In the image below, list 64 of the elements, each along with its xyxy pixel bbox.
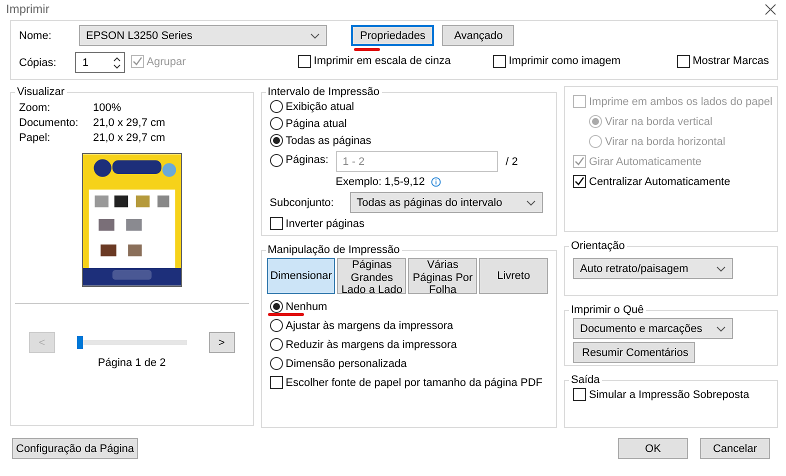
info-label: Documento: xyxy=(19,116,80,128)
radio-dot xyxy=(592,118,599,125)
radio-button[interactable]: Ajustar às margens da impressora xyxy=(270,319,454,332)
checkbox[interactable]: Imprimir em escala de cinza xyxy=(298,54,451,68)
group-title: Intervalo de Impressão xyxy=(266,86,381,98)
info-label: Papel: xyxy=(19,132,52,144)
subset-dropdown[interactable]: Todas as páginas do intervalo xyxy=(350,192,543,213)
checkbox[interactable]: Mostrar Marcas xyxy=(676,54,769,68)
info-value: 21,0 x 29,7 cm xyxy=(93,132,166,144)
chevron-down-icon xyxy=(526,200,536,206)
page-indicator: Página 1 de 2 xyxy=(98,357,166,369)
radio-button[interactable]: Nenhum xyxy=(270,300,328,313)
checkbox[interactable]: Simular a Impressão Sobreposta xyxy=(573,388,750,401)
print-content-dropdown[interactable]: Documento e marcações xyxy=(573,318,733,339)
printer-dropdown[interactable]: EPSON L3250 Series xyxy=(79,25,327,46)
radio-dot xyxy=(272,303,280,310)
example-hint: Exemplo: 1,5-9,12 xyxy=(336,176,425,188)
radio-button[interactable]: Página atual xyxy=(270,117,347,130)
tab[interactable]: Dimensionar xyxy=(266,258,336,294)
page-total: / 2 xyxy=(506,156,518,168)
checkmark-icon xyxy=(574,176,585,187)
radio-button[interactable]: Páginas: xyxy=(270,154,328,166)
advanced-button[interactable]: Avançado xyxy=(442,25,514,46)
chevron-down-icon xyxy=(310,32,320,38)
checkmark-icon xyxy=(132,56,143,67)
checkmark-icon xyxy=(574,156,585,167)
chevron-down-icon xyxy=(716,326,726,332)
checkbox[interactable]: Escolher fonte de papel por tamanho da página PDF xyxy=(270,376,542,389)
slider-thumb[interactable] xyxy=(76,336,83,349)
checkbox[interactable]: Imprimir como imagem xyxy=(492,54,621,68)
radio-button[interactable]: Reduzir às margens da impressora xyxy=(270,338,457,351)
group-title: Saída xyxy=(570,374,601,386)
close-icon[interactable] xyxy=(765,4,776,14)
window-title: Imprimir xyxy=(6,2,50,16)
group-title: Manipulação de Impressão xyxy=(266,244,401,256)
chevron-down-icon xyxy=(716,266,726,272)
info-value: 21,0 x 29,7 cm xyxy=(93,116,166,128)
field-label: Cópias: xyxy=(19,56,58,68)
orientation-dropdown[interactable]: Auto retrato/paisagem xyxy=(573,258,733,279)
radio-button[interactable]: Exibição atual xyxy=(270,100,354,113)
cancel-button[interactable]: Cancelar xyxy=(700,438,770,459)
copies-spinner[interactable]: 1 xyxy=(75,52,125,73)
field-label: Subconjunto: xyxy=(270,196,335,208)
summarize-comments-button[interactable]: Resumir Comentários xyxy=(573,342,695,363)
pages-field[interactable]: 1 - 2 xyxy=(336,151,498,172)
field-label: Nome: xyxy=(19,30,52,42)
info-label: Zoom: xyxy=(19,102,52,114)
radio-button[interactable]: Dimensão personalizada xyxy=(270,357,407,370)
radio-dot xyxy=(272,137,280,144)
tab[interactable]: Páginas Grandes Lado a Lado xyxy=(337,258,406,294)
spin-arrows-icon xyxy=(112,56,121,70)
checkbox[interactable]: Centralizar Automaticamente xyxy=(573,175,730,188)
tab[interactable]: Várias Páginas Por Folha xyxy=(408,258,478,294)
checkbox[interactable]: Inverter páginas xyxy=(270,217,365,230)
next-page-button[interactable]: > xyxy=(208,332,235,353)
radio-button[interactable]: Todas as páginas xyxy=(270,134,372,147)
group-title: Orientação xyxy=(570,240,626,252)
group-title: Imprimir o Quê xyxy=(570,304,645,316)
page-setup-button[interactable]: Configuração da Página xyxy=(12,438,138,459)
info-icon[interactable] xyxy=(430,177,441,187)
ok-button[interactable]: OK xyxy=(618,438,688,459)
group-title: Visualizar xyxy=(16,86,66,98)
info-value: 100% xyxy=(93,102,122,114)
tab[interactable]: Livreto xyxy=(479,258,548,294)
